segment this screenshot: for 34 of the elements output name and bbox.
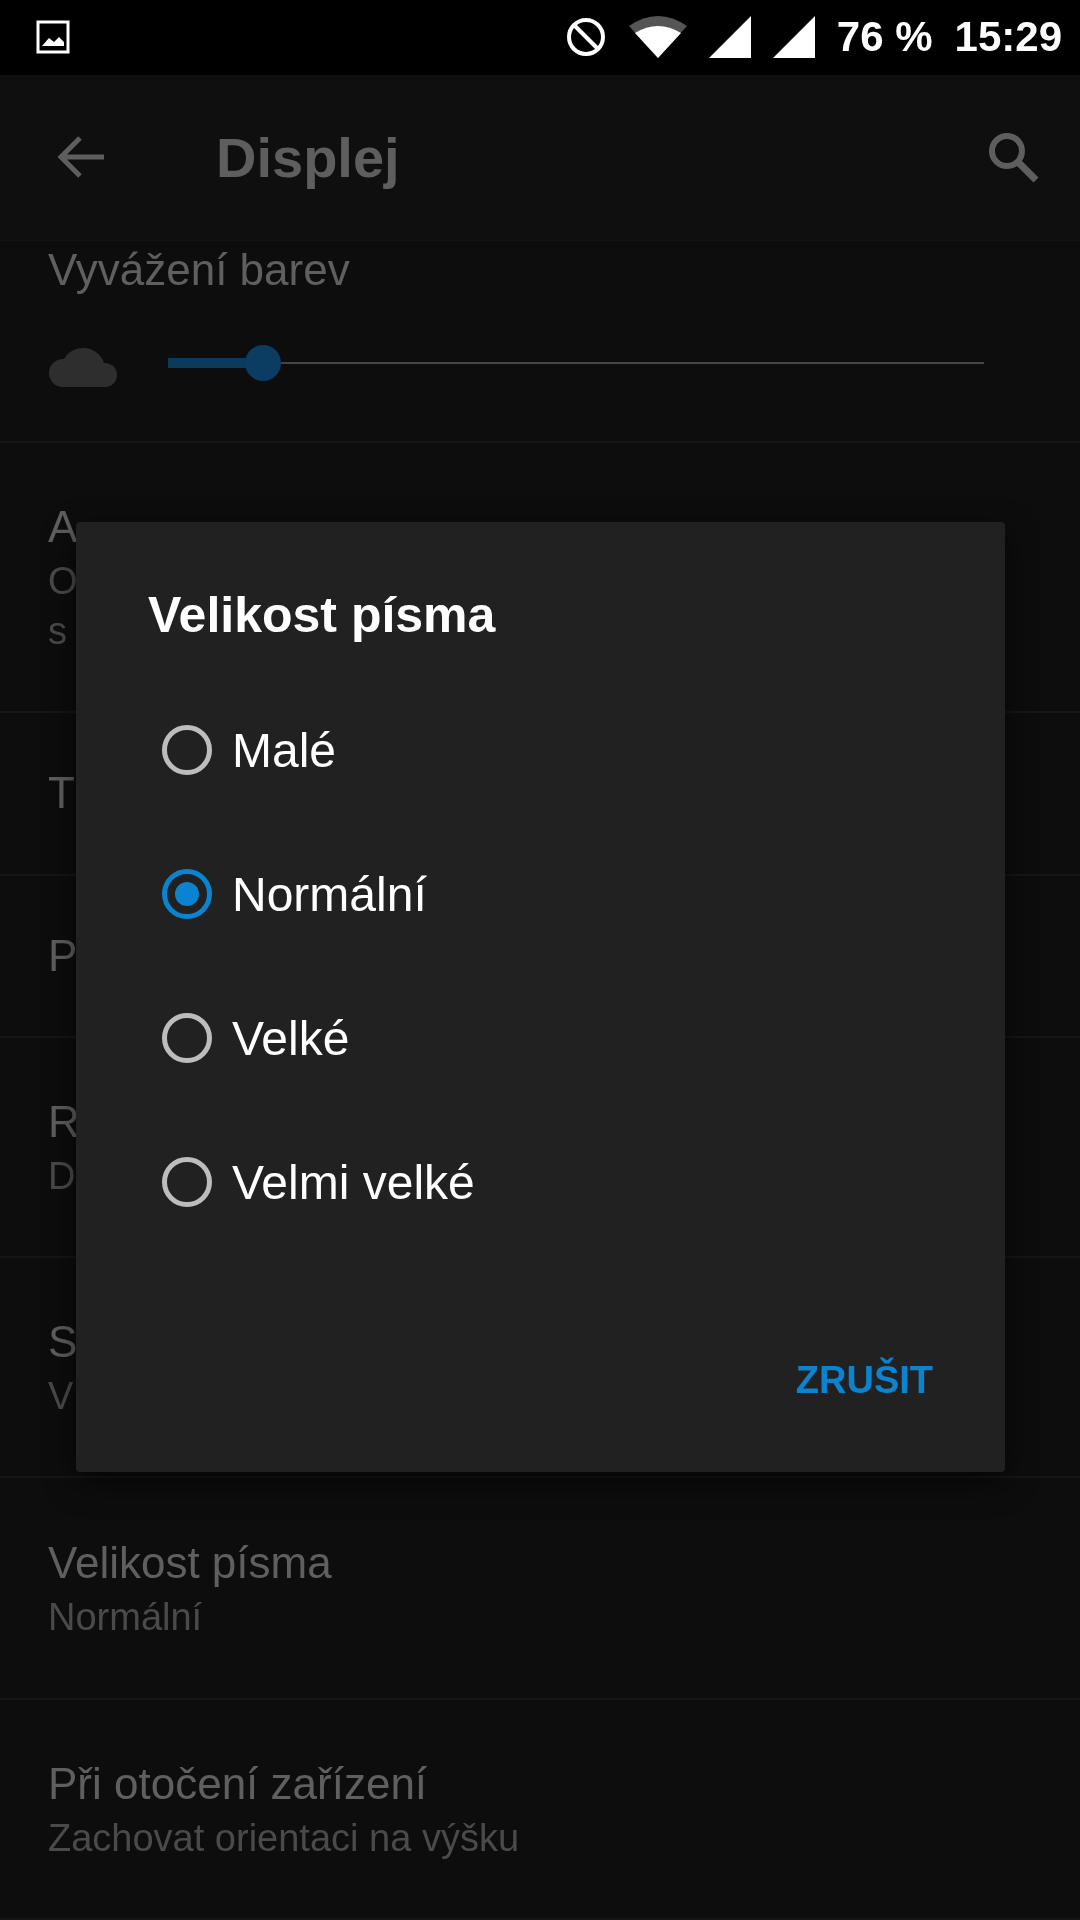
setting-summary: Normální: [48, 1595, 203, 1641]
cancel-button[interactable]: ZRUŠIT: [795, 1349, 933, 1412]
radio-button[interactable]: [162, 1013, 212, 1063]
image-icon: [36, 20, 70, 55]
setting-summary: V: [48, 1374, 74, 1420]
radio-button[interactable]: [162, 725, 212, 775]
setting-title: A: [48, 500, 78, 553]
clock-time: 15:29: [954, 13, 1062, 62]
signal-icon: [772, 16, 815, 59]
setting-title: Velikost písma: [48, 1537, 332, 1590]
setting-title: Při otočení zařízení: [48, 1758, 428, 1811]
setting-summary: O: [48, 558, 78, 604]
setting-title: Vyvážení barev: [48, 243, 350, 296]
battery-percentage: 76 %: [836, 13, 933, 62]
setting-summary: D: [48, 1154, 76, 1200]
search-icon[interactable]: [986, 130, 1040, 185]
option-label[interactable]: Velmi velké: [232, 1154, 475, 1210]
do-not-disturb-icon: [564, 16, 607, 59]
setting-summary: Zachovat orientaci na výšku: [48, 1816, 519, 1862]
dialog-title: Velikost písma: [148, 586, 497, 644]
setting-title: T: [48, 767, 75, 820]
option-label[interactable]: Malé: [232, 722, 337, 778]
setting-title: R: [48, 1096, 80, 1149]
setting-title: S: [48, 1316, 78, 1369]
option-label[interactable]: Velké: [232, 1010, 350, 1066]
setting-summary: s: [48, 608, 67, 654]
slider-thumb[interactable]: [244, 344, 281, 381]
radio-button[interactable]: [162, 869, 212, 919]
signal-icon: [708, 16, 751, 59]
option-label[interactable]: Normální: [232, 866, 427, 922]
setting-title: P: [48, 930, 78, 982]
radio-button[interactable]: [162, 1157, 212, 1207]
screen-title: Displej: [216, 124, 401, 190]
wifi-icon: [628, 16, 687, 59]
